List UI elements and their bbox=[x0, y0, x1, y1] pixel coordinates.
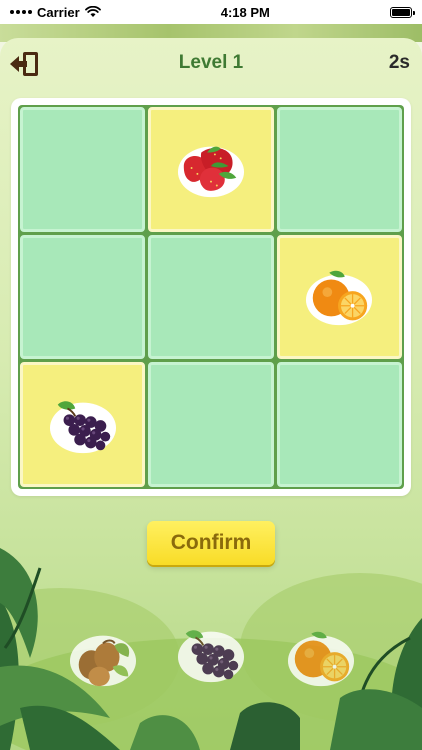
grapes-icon bbox=[49, 400, 116, 453]
wifi-icon bbox=[84, 6, 101, 17]
confirm-button[interactable]: Confirm bbox=[147, 521, 275, 565]
header: Level 1 2s bbox=[0, 38, 422, 90]
status-bar: Carrier 4:18 PM bbox=[0, 0, 422, 24]
board-cell-2-3[interactable] bbox=[276, 234, 402, 360]
signal-icon bbox=[10, 10, 32, 14]
board-cell-1-3[interactable] bbox=[276, 107, 402, 232]
status-left: Carrier bbox=[10, 5, 101, 20]
battery-icon bbox=[390, 6, 415, 18]
piece-hazelnut[interactable] bbox=[64, 624, 142, 692]
puzzle-board bbox=[11, 98, 411, 496]
timer: 2s bbox=[388, 52, 410, 73]
piece-grapes[interactable] bbox=[172, 620, 250, 688]
orange-icon bbox=[306, 270, 373, 326]
board-cell-3-3[interactable] bbox=[276, 362, 402, 487]
hazelnut-icon bbox=[69, 635, 137, 687]
status-time: 4:18 PM bbox=[220, 4, 270, 20]
piece-orange[interactable] bbox=[282, 624, 360, 692]
board-cell-1-2[interactable] bbox=[148, 107, 274, 232]
fruit-pieces-tray bbox=[0, 618, 422, 708]
orange-icon bbox=[287, 631, 355, 687]
board-cell-2-1[interactable] bbox=[20, 234, 146, 360]
game-panel: Level 1 2s Confirm bbox=[0, 38, 422, 750]
board-cell-3-1[interactable] bbox=[20, 362, 146, 487]
board-cell-3-2[interactable] bbox=[148, 362, 274, 487]
board-grid bbox=[18, 105, 404, 489]
carrier-label: Carrier bbox=[37, 4, 80, 20]
board-cell-2-2[interactable] bbox=[148, 234, 274, 360]
level-title: Level 1 bbox=[178, 52, 244, 73]
board-cell-1-1[interactable] bbox=[20, 107, 146, 232]
grapes-icon bbox=[177, 630, 245, 683]
strawberry-icon bbox=[177, 146, 245, 198]
